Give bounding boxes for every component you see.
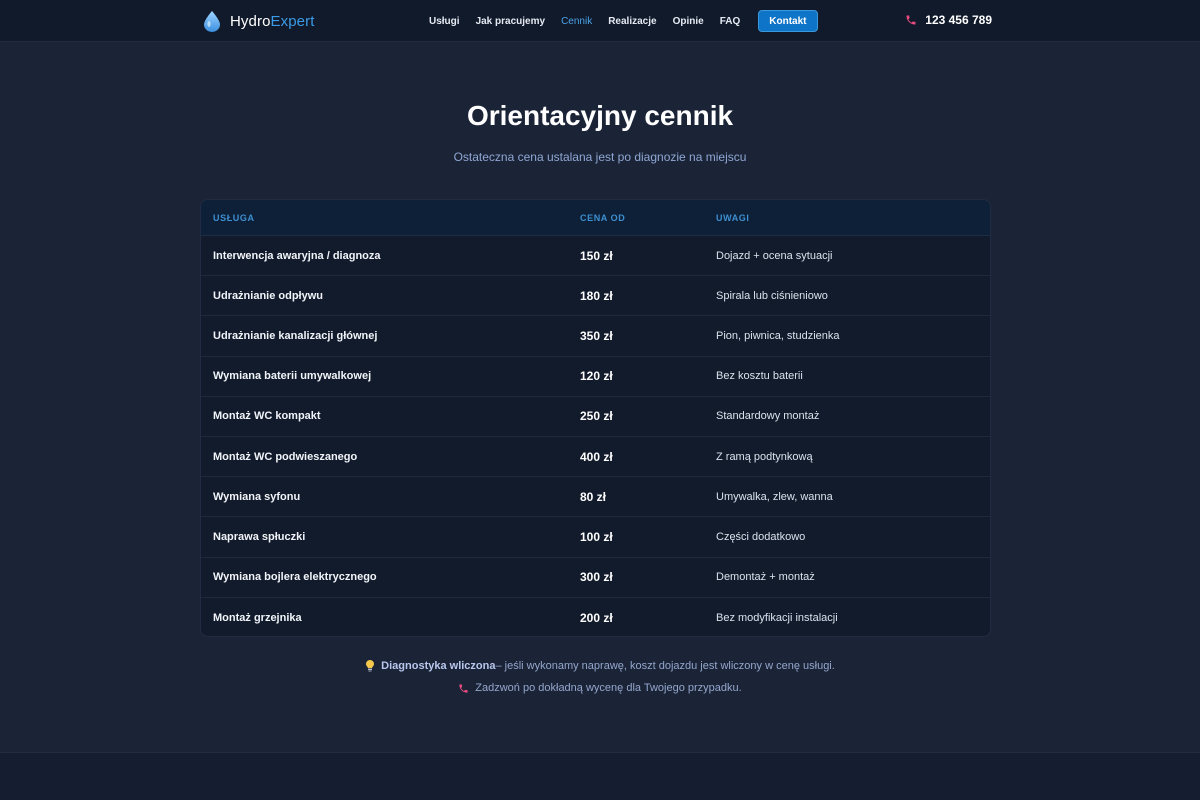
row-price: 400 zł: [580, 449, 613, 464]
row-service: Interwencja awaryjna / diagnoza: [213, 249, 381, 262]
row-price: 120 zł: [580, 369, 613, 384]
row-price: 350 zł: [580, 328, 613, 343]
row-note: Bez kosztu baterii: [716, 370, 803, 383]
phone-link[interactable]: 123 456 789: [905, 13, 992, 27]
row-price: 150 zł: [580, 248, 613, 263]
row-service: Wymiana bojlera elektrycznego: [213, 571, 377, 584]
table-row: Interwencja awaryjna / diagnoza 150 zł D…: [201, 236, 990, 277]
row-price: 180 zł: [580, 288, 613, 303]
row-service: Montaż grzejnika: [213, 611, 302, 624]
row-price: 200 zł: [580, 610, 613, 625]
row-price: 80 zł: [580, 489, 607, 504]
nav-link-uslugi[interactable]: Usługi: [429, 16, 460, 27]
row-note: Pion, piwnica, studzienka: [716, 329, 840, 342]
column-header-notes: UWAGI: [716, 212, 750, 223]
nav-link-cennik[interactable]: Cennik: [561, 16, 592, 27]
lightbulb-icon: [365, 660, 375, 672]
row-service: Wymiana syfonu: [213, 490, 301, 503]
row-service: Wymiana baterii umywalkowej: [213, 370, 372, 383]
column-header-service: USŁUGA: [213, 212, 255, 223]
call-note-text: Zadzwoń po dokładną wycenę dla Twojego p…: [475, 682, 742, 694]
table-row: Udrażnianie kanalizacji głównej 350 zł P…: [201, 316, 990, 357]
diagnostics-note-text: – jeśli wykonamy naprawę, koszt dojazdu …: [495, 660, 835, 672]
row-note: Spirala lub ciśnieniowo: [716, 289, 828, 302]
row-note: Standardowy montaż: [716, 410, 820, 423]
row-service: Udrażnianie kanalizacji głównej: [213, 329, 378, 342]
table-row: Wymiana bojlera elektrycznego 300 zł Dem…: [201, 558, 990, 598]
row-note: Z ramą podtynkową: [716, 450, 813, 463]
table-row: Naprawa spłuczki 100 zł Części dodatkowo: [201, 517, 990, 558]
main-nav: Usługi Jak pracujemy Cennik Realizacje O…: [429, 0, 818, 42]
row-note: Bez modyfikacji instalacji: [716, 611, 838, 624]
table-row: Montaż WC podwieszanego 400 zł Z ramą po…: [201, 437, 990, 478]
row-price: 250 zł: [580, 409, 613, 424]
phone-number: 123 456 789: [925, 13, 992, 27]
page-title: Orientacyjny cennik: [466, 100, 734, 131]
table-row: Wymiana baterii umywalkowej 120 zł Bez k…: [201, 357, 990, 397]
diagnostics-note-bold: Diagnostyka wliczona: [381, 660, 496, 672]
logo-text: HydroExpert: [230, 13, 315, 30]
row-service: Montaż WC podwieszanego: [213, 450, 358, 463]
footer: [0, 752, 1200, 800]
column-header-price: CENA OD: [580, 212, 626, 223]
table-header: USŁUGA CENA OD UWAGI: [201, 200, 990, 236]
pricing-table: USŁUGA CENA OD UWAGI Interwencja awaryjn…: [200, 199, 991, 637]
row-service: Udrażnianie odpływu: [213, 289, 324, 302]
call-note: Zadzwoń po dokładną wycenę dla Twojego p…: [0, 682, 1200, 694]
row-note: Demontaż + montaż: [716, 571, 815, 584]
nav-link-opinie[interactable]: Opinie: [673, 16, 704, 27]
navbar: HydroExpert Usługi Jak pracujemy Cennik …: [0, 0, 1200, 42]
page-subtitle: Ostateczna cena ustalana jest po diagnoz…: [453, 150, 747, 164]
row-price: 300 zł: [580, 570, 613, 585]
diagnostics-note: Diagnostyka wliczona – jeśli wykonamy na…: [0, 660, 1200, 672]
logo[interactable]: HydroExpert: [204, 11, 314, 32]
row-note: Umywalka, zlew, wanna: [716, 490, 833, 503]
water-drop-icon: [204, 11, 220, 32]
phone-icon: [458, 683, 469, 694]
row-service: Montaż WC kompakt: [213, 410, 321, 423]
row-price: 100 zł: [580, 529, 613, 544]
phone-icon: [906, 15, 916, 25]
row-note: Części dodatkowo: [716, 530, 806, 543]
table-row: Wymiana syfonu 80 zł Umywalka, zlew, wan…: [201, 477, 990, 518]
table-row: Montaż WC kompakt 250 zł Standardowy mon…: [201, 397, 990, 437]
row-note: Dojazd + ocena sytuacji: [716, 249, 833, 262]
nav-link-realizacje[interactable]: Realizacje: [608, 16, 656, 27]
nav-link-faq[interactable]: FAQ: [720, 16, 741, 27]
row-service: Naprawa spłuczki: [213, 530, 306, 543]
table-row: Montaż grzejnika 200 zł Bez modyfikacji …: [201, 598, 990, 636]
contact-button[interactable]: Kontakt: [758, 10, 818, 32]
table-row: Udrażnianie odpływu 180 zł Spirala lub c…: [201, 276, 990, 317]
nav-link-jak-pracujemy[interactable]: Jak pracujemy: [476, 16, 546, 27]
